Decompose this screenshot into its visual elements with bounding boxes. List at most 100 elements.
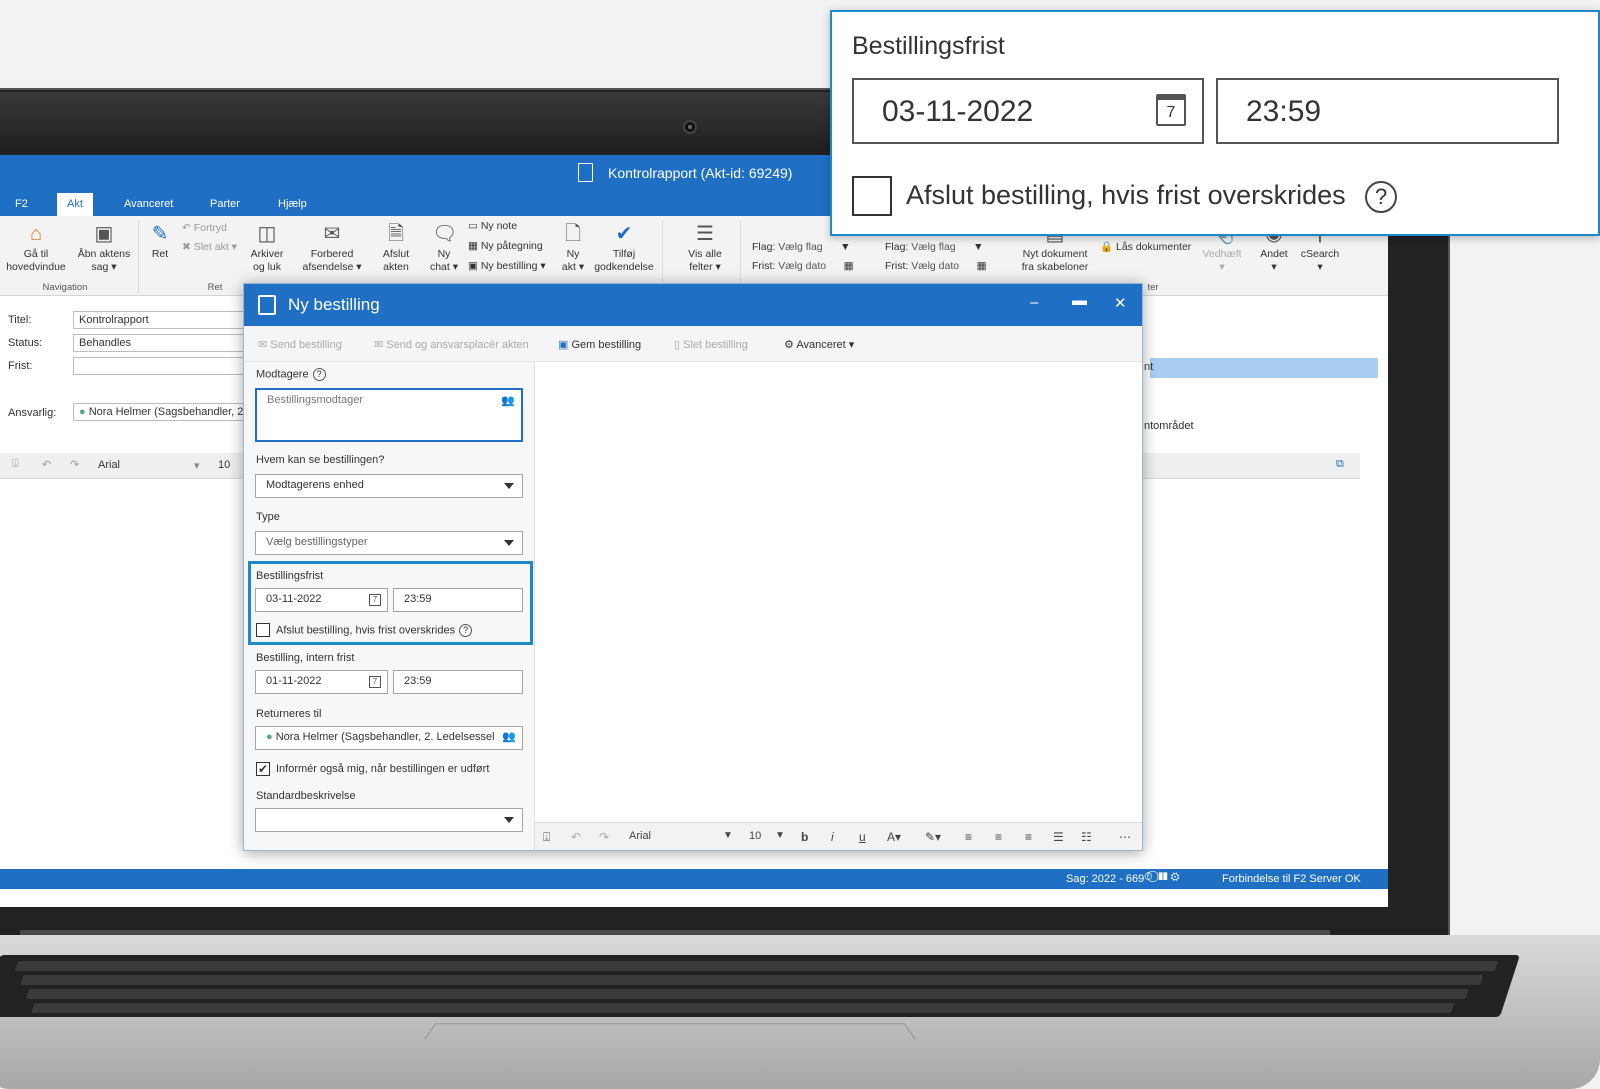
font-select[interactable]: Arial [98,459,120,471]
redo-icon[interactable]: ↷ [70,458,79,471]
undo-icon[interactable]: ↶ [571,830,581,844]
status-dot-icon: ● [266,731,273,743]
calendar-icon[interactable]: 7 [1156,94,1186,126]
more-icon[interactable]: ⋯ [1119,830,1131,844]
delete-order-button[interactable]: ▯ Slet bestilling [674,338,748,351]
tab-hjaelp[interactable]: Hjælp [268,193,317,216]
show-all-fields-button[interactable]: ☰ Vis alle felter ▾ [680,222,730,274]
group-edit-label: Ret [207,282,223,293]
help-icon[interactable]: ? [1365,180,1398,213]
size-dropdown-arrow-icon[interactable]: ▼ [775,830,785,841]
new-annotation-button[interactable]: ▦ Ny påtegning [468,240,543,252]
minimize-icon[interactable]: ‒ [1030,294,1038,311]
help-icon[interactable]: ? [459,624,473,637]
internal-time-input[interactable]: 23:59 [393,670,523,694]
maximize-icon[interactable]: ▬ [1072,292,1087,309]
title-field[interactable]: Kontrolrapport [73,311,253,329]
archive-close-button[interactable]: ◫ Arkiver og luk [244,222,290,274]
italic-icon[interactable]: i [831,830,834,844]
align-left-icon[interactable]: ≡ [965,830,972,844]
home-button[interactable]: ⌂ Gå til hovedvindue [4,222,68,274]
numbered-list-icon[interactable]: ☷ [1081,830,1092,844]
new-order-button[interactable]: ▣ Ny bestilling ▾ [468,260,546,272]
expand-icon[interactable]: ⧉ [1336,458,1344,471]
format-painter-icon[interactable]: ⍗ [12,458,19,471]
deadline-selector-2[interactable]: Frist: Vælg dato ▦ [885,260,987,272]
tab-avanceret[interactable]: Avanceret [114,193,183,216]
status-field[interactable]: Behandles [73,334,253,352]
deadline-selector[interactable]: Frist: Vælg dato ▦ [752,260,854,272]
deadline-field[interactable] [73,357,253,375]
align-center-icon[interactable]: ≡ [995,830,1002,844]
type-select[interactable]: Vælg bestillingstyper [255,531,523,555]
tab-parter[interactable]: Parter [200,193,250,216]
close-icon[interactable]: ✕ [1114,294,1127,312]
save-order-button[interactable]: ▣ Gem bestilling [558,338,641,351]
format-painter-icon[interactable]: ⍗ [543,830,550,845]
responsible-label: Ansvarlig: [8,407,57,419]
recipients-label: Modtagere? [256,368,326,381]
send-order-button[interactable]: ✉ Send bestilling [258,338,342,351]
right-panel-selected-row[interactable]: nt [1144,358,1378,378]
new-order-dialog: Ny bestilling ‒ ▬ ✕ ✉ Send bestilling ✉ … [243,283,1143,851]
zoom-date-input[interactable]: 03-11-2022 7 [852,78,1204,144]
chevron-down-icon [504,817,514,823]
highlight-icon[interactable]: ✎▾ [925,830,941,844]
help-icon[interactable]: ? [312,368,326,381]
flag-selector[interactable]: Flag: Vælg flag ▼ [752,241,851,253]
send-assign-button[interactable]: ✉ Send og ansvarsplacér akten [374,338,529,351]
font-dropdown-arrow-icon[interactable]: ▼ [723,830,733,841]
underline-icon[interactable]: u [859,830,866,844]
new-note-button[interactable]: ▭ Ny note [468,220,517,232]
standard-description-select[interactable] [255,808,523,832]
advanced-button[interactable]: ⚙ Avanceret ▾ [784,338,854,351]
deadline-time-input[interactable]: 23:59 [393,588,523,612]
font-select[interactable]: Arial [629,830,651,842]
order-text-editor[interactable] [536,362,1142,822]
undo-button[interactable]: ↶ Fortryd [182,222,227,234]
save-icon: ▣ [558,339,569,351]
people-icon[interactable]: 👥 [501,394,515,407]
deadline-date-input[interactable]: 03-11-2022 7 [255,588,388,612]
order-icon [258,295,276,315]
webcam [683,120,697,134]
responsible-field[interactable]: ● Nora Helmer (Sagsbehandler, 2. [73,403,253,421]
lock-documents-button[interactable]: 🔒 Lås dokumenter [1100,240,1191,253]
visibility-select[interactable]: Modtagerens enhed [255,474,523,498]
undo-icon[interactable]: ↶ [42,458,51,471]
zoom-close-on-deadline-checkbox[interactable] [852,176,892,216]
font-dropdown-arrow-icon[interactable]: ▾ [194,459,200,472]
redo-icon[interactable]: ↷ [599,830,609,844]
envelope-icon: ✉ [323,223,341,245]
return-to-field[interactable]: ● Nora Helmer (Sagsbehandler, 2. Ledelse… [255,726,523,750]
inform-me-checkbox[interactable]: ✔ [256,762,270,776]
dialog-toolbar: ✉ Send bestilling ✉ Send og ansvarsplacé… [244,326,1142,362]
open-case-button[interactable]: ▣ Åbn aktens sag ▾ [74,222,134,274]
calendar-icon[interactable]: 7 [369,676,381,688]
close-on-deadline-checkbox[interactable] [256,623,270,637]
flag-selector-2[interactable]: Flag: Vælg flag ▼ [885,241,984,253]
edit-button[interactable]: ✎ Ret [144,222,176,261]
tab-f2[interactable]: F2 [5,193,38,216]
new-record-button[interactable]: 🗋 Ny akt ▾ [556,222,590,274]
add-approval-button[interactable]: ✔ Tilføj godkendelse [592,222,656,274]
recipients-input[interactable]: Bestillingsmodtager 👥 [255,388,523,442]
align-right-icon[interactable]: ≡ [1025,830,1032,844]
size-select[interactable]: 10 [749,830,761,842]
internal-deadline-label: Bestilling, intern frist [256,652,355,664]
new-chat-button[interactable]: 🗨 Ny chat ▾ [426,222,462,274]
zoom-time-input[interactable]: 23:59 [1216,78,1559,144]
font-color-icon[interactable]: A▾ [887,830,901,844]
bullet-list-icon[interactable]: ☰ [1053,830,1064,844]
size-select[interactable]: 10 [218,459,230,471]
delete-record-button[interactable]: ✖ Slet akt ▾ [182,241,237,253]
bold-icon[interactable]: b [801,830,808,844]
calendar-icon[interactable]: 7 [369,594,381,606]
prepare-send-button[interactable]: ✉ Forbered afsendelse ▾ [298,222,366,274]
chat-icon: 🗨 [432,223,458,245]
people-icon[interactable]: 👥 [502,730,516,743]
tab-akt[interactable]: Akt [57,193,93,216]
case-number: Sag: 2022 - 669 [1066,873,1145,885]
internal-date-input[interactable]: 01-11-2022 7 [255,670,388,694]
close-record-button[interactable]: 🗎 Afslut akten [374,222,418,274]
